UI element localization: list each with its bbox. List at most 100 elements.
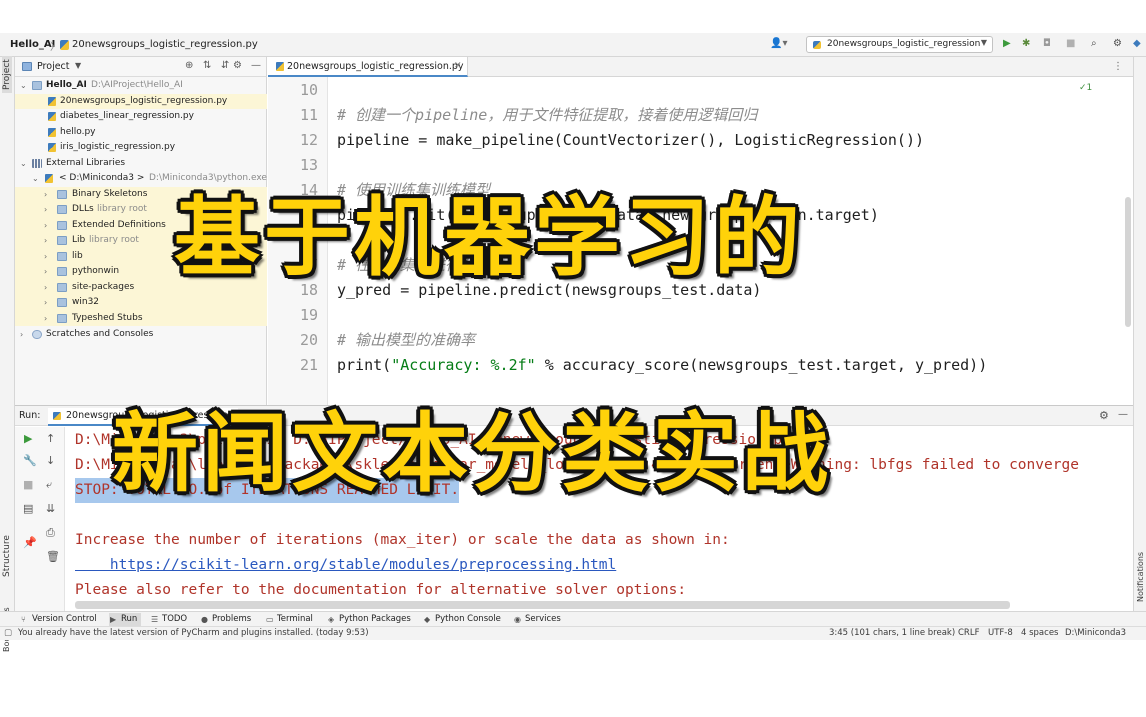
tree-item-file[interactable]: iris_logistic_regression.py <box>15 140 267 156</box>
project-panel-title[interactable]: Project <box>37 61 70 72</box>
console-scrollbar[interactable] <box>75 601 1010 609</box>
wrench-icon[interactable]: 🔧 <box>23 455 37 467</box>
status-icon[interactable]: ▢ <box>4 628 12 638</box>
scroll-to-end-icon[interactable]: ⇊ <box>46 503 55 515</box>
tree-item-path: D:\Miniconda3\python.exe <box>149 173 267 183</box>
chevron-down-icon[interactable]: ⌄ <box>20 156 27 172</box>
arrow-down-icon[interactable]: ↓ <box>46 455 55 467</box>
arrow-up-icon[interactable]: ↑ <box>46 433 55 445</box>
notifications-tool-button[interactable]: Notifications <box>1136 552 1145 602</box>
more-tabs-icon[interactable]: ⋮ <box>1113 61 1123 72</box>
settings-icon[interactable]: ⚙ <box>233 60 242 71</box>
tool-window-terminal[interactable]: ▭ Terminal <box>265 613 313 626</box>
tree-item-file[interactable]: 20newsgroups_logistic_regression.py <box>15 93 267 109</box>
terminal-icon: ▭ <box>266 615 274 624</box>
tool-window-label: Run <box>121 614 138 624</box>
line-number: 21 <box>299 356 318 374</box>
chevron-right-icon[interactable]: › <box>44 187 47 203</box>
tree-item-file[interactable]: diabetes_linear_regression.py <box>15 109 267 125</box>
chevron-right-icon[interactable]: › <box>44 311 47 327</box>
settings-icon[interactable]: ⚙ <box>1113 38 1122 50</box>
file-encoding[interactable]: UTF-8 <box>988 628 1013 638</box>
tree-item-interpreter[interactable]: ⌄ < D:\Miniconda3 > D:\Miniconda3\python… <box>15 171 267 187</box>
run-icon[interactable]: ▶ <box>1003 38 1011 50</box>
tree-item-file[interactable]: hello.py <box>15 125 267 141</box>
tree-item-folder[interactable]: › win32 <box>15 295 267 311</box>
status-message[interactable]: You already have the latest version of P… <box>18 628 369 638</box>
jetbrains-icon[interactable]: ◆ <box>1133 38 1141 50</box>
line-separator[interactable]: CRLF <box>958 628 979 638</box>
tool-window-problems[interactable]: ● Problems <box>200 613 251 626</box>
tool-window-todo[interactable]: ☰ TODO <box>150 613 187 626</box>
problems-icon: ● <box>201 615 208 624</box>
tool-window-version-control[interactable]: ⑂ Version Control <box>20 613 97 626</box>
folder-icon <box>57 267 67 276</box>
close-icon[interactable]: ✕ <box>454 61 462 71</box>
chevron-right-icon[interactable]: › <box>44 202 47 218</box>
chevron-down-icon[interactable]: ⌄ <box>20 78 27 94</box>
layout-icon[interactable]: ▤ <box>23 503 33 515</box>
chevron-right-icon[interactable]: › <box>44 249 47 265</box>
code-line: 12 pipeline = make_pipeline(CountVectoriz… <box>268 128 1133 153</box>
tree-item-label: Typeshed Stubs <box>72 312 143 323</box>
chevron-down-icon[interactable]: ▼ <box>75 61 81 70</box>
chevron-right-icon[interactable]: › <box>44 233 47 249</box>
folder-icon <box>57 205 67 214</box>
minimize-icon[interactable]: — <box>1118 409 1128 420</box>
caret-position[interactable]: 3:45 (101 chars, 1 line break) <box>829 628 955 638</box>
tree-item-folder[interactable]: › Typeshed Stubs <box>15 310 267 327</box>
collapse-all-icon[interactable]: ⇵ <box>221 60 229 71</box>
expand-all-icon[interactable]: ⇅ <box>203 60 211 71</box>
tool-window-python-console[interactable]: ◆ Python Console <box>423 613 501 626</box>
stop-icon[interactable]: ■ <box>1066 38 1075 50</box>
rerun-icon[interactable]: ▶ <box>24 433 32 445</box>
user-icon[interactable]: 👤▾ <box>770 38 787 49</box>
indent-setting[interactable]: 4 spaces <box>1021 628 1058 638</box>
run-configuration-select[interactable]: 20newsgroups_logistic_regression ▼ <box>806 36 993 53</box>
tree-item-label: Extended Definitions <box>72 219 166 230</box>
list-icon: ☰ <box>151 615 159 624</box>
minimize-icon[interactable]: — <box>251 60 261 71</box>
structure-tool-button[interactable]: Structure <box>2 535 12 577</box>
stop-icon[interactable]: ■ <box>23 479 33 491</box>
console-link[interactable]: https://scikit-learn.org/stable/modules/… <box>75 557 616 573</box>
debug-icon[interactable]: ✱ <box>1022 38 1030 50</box>
console-line: Please also refer to the documentation f… <box>75 582 687 598</box>
tree-item-external-libraries[interactable]: ⌄ External Libraries <box>15 156 267 172</box>
breadcrumb-project[interactable]: Hello_AI <box>10 39 55 50</box>
coverage-icon[interactable]: ◘ <box>1043 38 1051 50</box>
chevron-right-icon[interactable]: › <box>44 295 47 311</box>
python-file-icon <box>48 143 56 152</box>
tree-item-label: Scratches and Consoles <box>46 329 154 339</box>
editor-tab[interactable]: 20newsgroups_logistic_regression.py ✕ <box>268 57 468 77</box>
pin-icon[interactable]: 📌 <box>23 537 37 549</box>
tree-item-project-root[interactable]: ⌄ Hello_AI D:\AIProject\Hello_AI <box>15 78 267 94</box>
trash-icon[interactable]: 🗑 <box>46 551 60 563</box>
editor-scrollbar[interactable] <box>1125 197 1131 327</box>
tool-window-services[interactable]: ◉ Services <box>513 613 561 626</box>
tree-item-label: Hello_AI <box>46 80 87 90</box>
settings-icon[interactable]: ⚙ <box>1099 409 1109 422</box>
chevron-right-icon[interactable]: › <box>44 264 47 280</box>
locate-icon[interactable]: ⊕ <box>185 60 193 71</box>
tree-item-label: External Libraries <box>46 157 126 168</box>
breadcrumb-file[interactable]: 20newsgroups_logistic_regression.py <box>72 39 258 50</box>
print-icon[interactable]: ⎙ <box>46 527 55 539</box>
interpreter-setting[interactable]: D:\Miniconda3 <box>1065 628 1126 638</box>
project-tool-button[interactable]: Project <box>2 56 12 93</box>
tool-window-python-packages[interactable]: ◈ Python Packages <box>327 613 411 626</box>
chevron-right-icon[interactable]: › <box>44 218 47 234</box>
chevron-right-icon[interactable]: › <box>44 280 47 296</box>
search-icon[interactable]: ⌕ <box>1091 38 1097 50</box>
tool-window-run[interactable]: ▶ Run <box>109 613 142 626</box>
branch-icon: ⑂ <box>21 615 26 624</box>
run-icon: ▶ <box>110 615 117 624</box>
chevron-down-icon[interactable]: ⌄ <box>32 171 39 187</box>
line-number: 13 <box>299 156 318 174</box>
tree-item-label: Binary Skeletons <box>72 188 148 199</box>
chevron-right-icon[interactable]: › <box>20 327 23 343</box>
folder-icon <box>57 236 67 245</box>
soft-wrap-icon[interactable]: ⤶ <box>46 479 52 491</box>
folder-icon <box>57 298 67 307</box>
tree-item-scratches[interactable]: › Scratches and Consoles <box>15 327 267 343</box>
